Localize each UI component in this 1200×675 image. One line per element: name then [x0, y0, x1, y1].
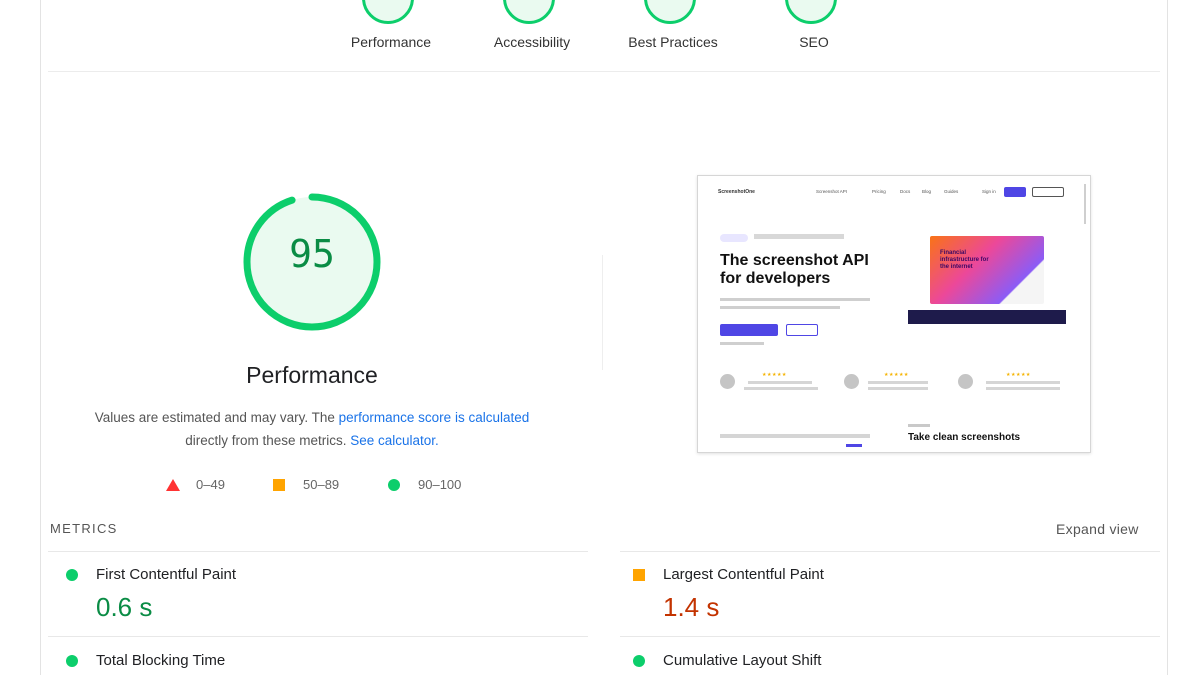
screenshot-footer-strip — [720, 434, 870, 438]
review-text — [986, 387, 1060, 390]
description-text-2: directly from these metrics. — [185, 433, 351, 448]
triangle-icon — [166, 478, 180, 491]
screenshot-nav-item: Docs — [900, 189, 911, 194]
metric-fcp-name: First Contentful Paint — [96, 566, 237, 583]
screenshot-cta-primary — [720, 324, 778, 336]
divider — [48, 71, 1160, 72]
screenshot-section-title: Take clean screenshots — [908, 432, 1021, 443]
screenshot-badge-text — [754, 234, 844, 239]
screenshot-note — [720, 342, 764, 345]
see-calculator-link[interactable]: See calculator. — [350, 433, 439, 448]
circle-icon — [388, 478, 400, 491]
divider — [620, 636, 1160, 637]
screenshot-nav-item: Sign in — [982, 189, 996, 194]
headline-line-2: for developers — [720, 270, 831, 287]
screenshot-logo: ScreenshotOne — [718, 189, 755, 195]
screenshot-subtext — [720, 306, 840, 309]
avatar — [958, 374, 973, 389]
metric-lcp-value: 1.4 s — [663, 592, 720, 622]
review-text — [868, 381, 928, 384]
review-text — [868, 387, 928, 390]
performance-title: Performance — [246, 362, 378, 388]
review-text — [986, 381, 1060, 384]
score-calculated-link[interactable]: performance score is calculated — [339, 410, 530, 425]
headline-line-1: The screenshot API — [720, 252, 869, 269]
gauge-accessibility-small[interactable] — [503, 0, 559, 24]
gauge-seo-small[interactable] — [785, 0, 841, 24]
legend-average-label: 50–89 — [303, 477, 340, 492]
legend-pass: 90–100 — [388, 477, 461, 492]
category-label-best-practices[interactable]: Best Practices — [603, 34, 743, 50]
stars-icon: ★★★★★ — [762, 372, 787, 378]
description-text-1: Values are estimated and may vary. The — [94, 410, 339, 425]
column-separator — [602, 255, 603, 370]
screenshot-subtext — [720, 298, 870, 301]
pass-circle-icon — [66, 655, 78, 667]
score-description: Values are estimated and may vary. The p… — [62, 406, 562, 452]
gauge-best-practices-small[interactable] — [644, 0, 700, 24]
legend-fail-label: 0–49 — [196, 477, 225, 492]
screenshot-signup-button — [1004, 187, 1026, 197]
final-screenshot[interactable]: ScreenshotOne Screenshot API Pricing Doc… — [697, 175, 1091, 453]
pass-circle-icon — [633, 655, 645, 667]
screenshot-headline: The screenshot API for developers — [720, 252, 920, 288]
pass-circle-icon — [66, 569, 78, 581]
stars-icon: ★★★★★ — [884, 372, 909, 378]
screenshot-code-bar — [908, 310, 1066, 324]
screenshot-nav-item: Pricing — [872, 189, 886, 194]
metric-cls-name: Cumulative Layout Shift — [663, 652, 822, 669]
screenshot-hero-image: Financial infrastructure for the interne… — [930, 236, 1044, 304]
expand-view-button[interactable]: Expand view — [1056, 521, 1139, 537]
avatar — [844, 374, 859, 389]
category-label-accessibility[interactable]: Accessibility — [462, 34, 602, 50]
screenshot-nav-item: Guides — [944, 189, 959, 194]
stars-icon: ★★★★★ — [1006, 372, 1031, 378]
gauge-performance-small[interactable] — [362, 0, 418, 24]
metric-lcp-name: Largest Contentful Paint — [663, 566, 824, 583]
avatar — [720, 374, 735, 389]
metrics-header: METRICS — [50, 521, 118, 536]
screenshot-badge — [720, 234, 748, 242]
screenshot-section-kicker — [908, 424, 930, 427]
metric-fcp-value: 0.6 s — [96, 592, 153, 622]
average-square-icon — [633, 569, 645, 581]
divider — [620, 551, 1160, 552]
review-text — [744, 387, 818, 390]
performance-score: 95 — [289, 232, 335, 276]
category-label-performance[interactable]: Performance — [321, 34, 461, 50]
category-label-seo[interactable]: SEO — [744, 34, 884, 50]
legend-fail: 0–49 — [166, 477, 225, 492]
screenshot-footer-accent — [846, 444, 862, 447]
screenshot-hero-text: Financial infrastructure for the interne… — [940, 250, 989, 270]
screenshot-nav-item: Blog — [922, 189, 932, 194]
square-icon — [273, 478, 285, 491]
legend-average: 50–89 — [273, 477, 339, 492]
divider — [48, 551, 588, 552]
screenshot-scrollbar — [1084, 184, 1086, 224]
review-text — [748, 381, 812, 384]
screenshot-demo-button — [1032, 187, 1064, 197]
legend-pass-label: 90–100 — [418, 477, 462, 492]
divider — [48, 636, 588, 637]
screenshot-nav-item: Screenshot API — [816, 189, 848, 194]
screenshot-cta-secondary — [786, 324, 818, 336]
metric-tbt-name: Total Blocking Time — [96, 652, 226, 669]
